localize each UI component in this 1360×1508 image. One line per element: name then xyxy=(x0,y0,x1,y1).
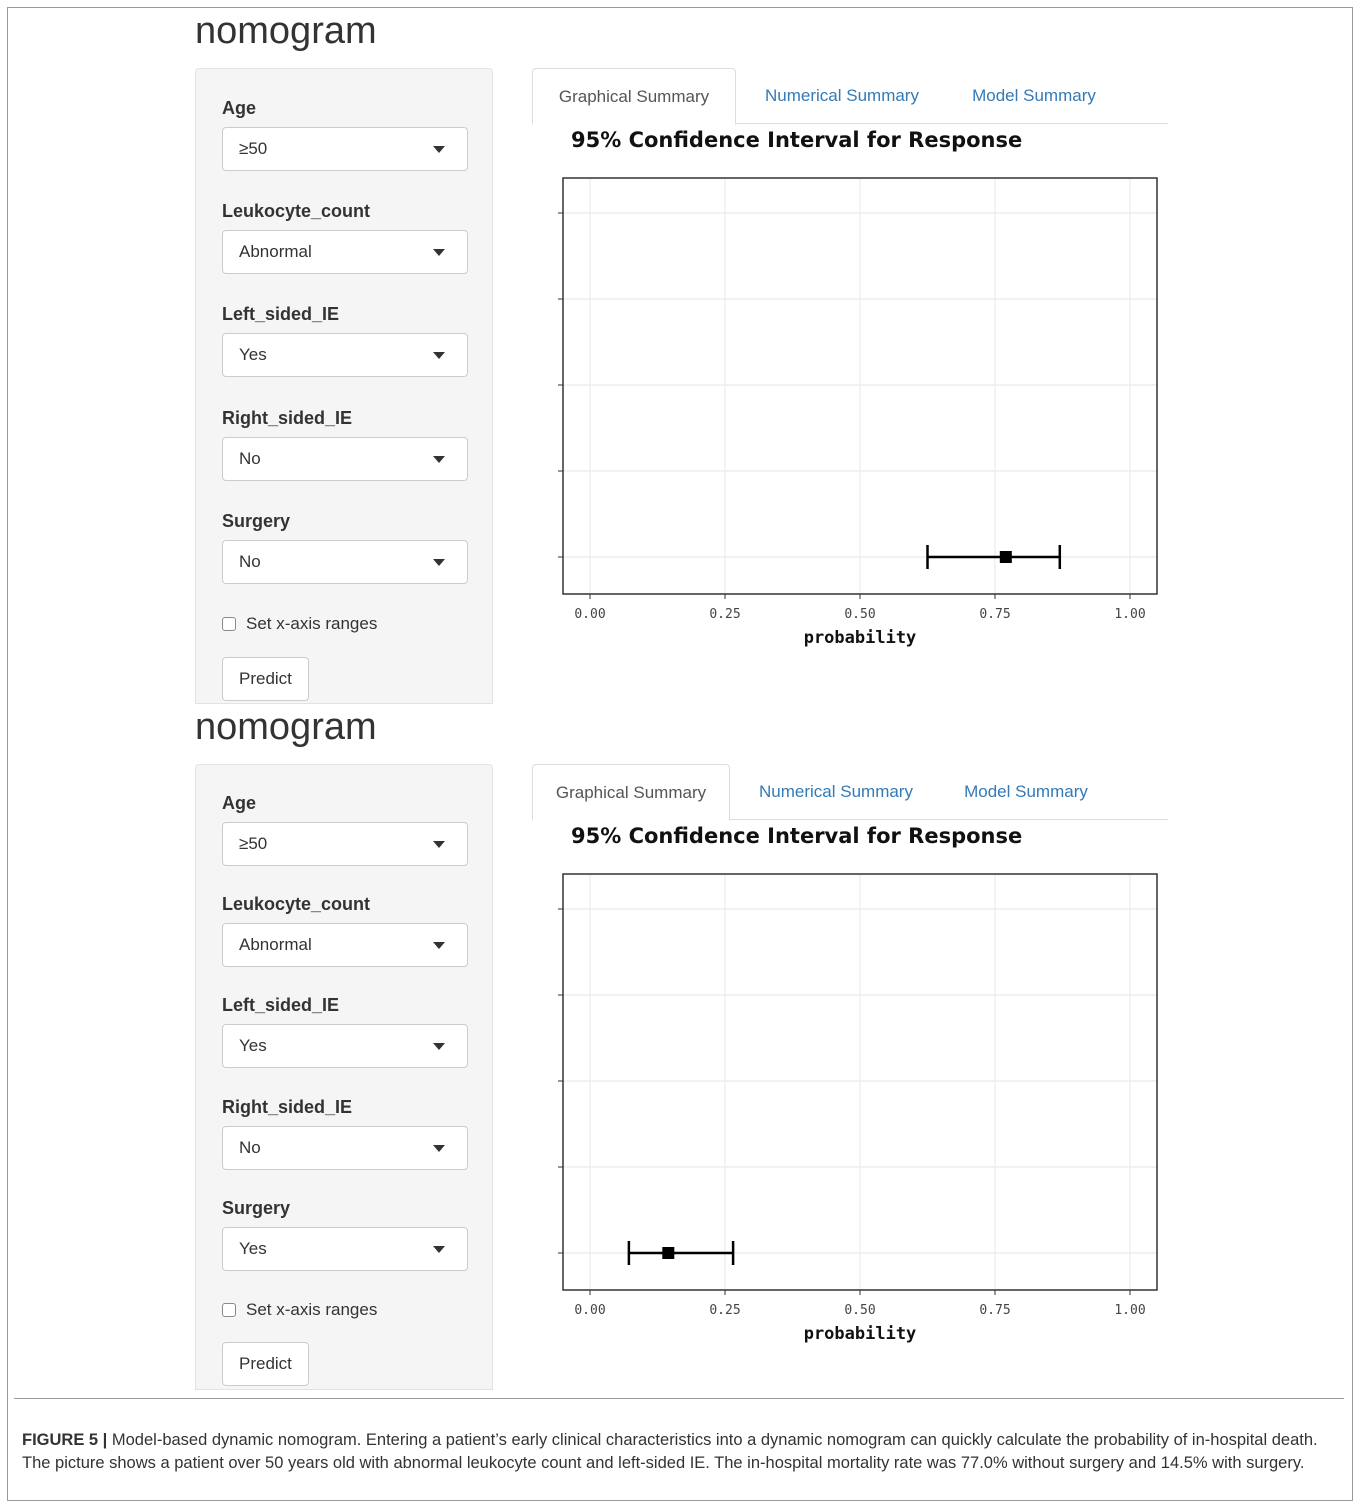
point-estimate xyxy=(662,1247,675,1259)
left-sided-select-value: Yes xyxy=(239,345,267,364)
tab-bar: Graphical Summary Numerical Summary Mode… xyxy=(532,764,1168,821)
left-sided-label: Left_sided_IE xyxy=(222,304,340,324)
ci-chart: 0.00 0.25 0.50 0.75 1.00 probability xyxy=(558,873,1158,1344)
checkbox-box[interactable] xyxy=(222,1303,236,1317)
predict-button[interactable]: Predict xyxy=(222,1342,309,1386)
checkbox-label: Set x-axis ranges xyxy=(246,614,378,633)
age-select[interactable]: ≥50 xyxy=(222,127,468,171)
chevron-down-icon xyxy=(433,1145,445,1152)
x-tick-label: 0.25 xyxy=(709,607,740,622)
x-tick-label: 0.00 xyxy=(574,607,605,622)
x-axis-range-checkbox[interactable]: Set x-axis ranges xyxy=(222,614,377,634)
ci-chart: 0.00 0.25 0.50 0.75 1.00 probability xyxy=(558,177,1158,648)
input-sidebar: Age ≥50 Leukocyte_count Abnormal Left_si… xyxy=(195,764,493,1390)
age-label: Age xyxy=(222,98,257,118)
leukocyte-select-value: Abnormal xyxy=(239,242,312,261)
surgery-select-value: Yes xyxy=(239,1239,267,1258)
x-tick-label: 0.50 xyxy=(844,1303,875,1318)
x-tick-label: 0.50 xyxy=(844,607,875,622)
x-tick-label: 1.00 xyxy=(1114,607,1145,622)
leukocyte-select-value: Abnormal xyxy=(239,935,312,954)
app-title: nomogram xyxy=(195,10,377,52)
age-select-value: ≥50 xyxy=(239,834,268,853)
surgery-select[interactable]: Yes xyxy=(222,1227,468,1271)
x-tick-label: 0.00 xyxy=(574,1303,605,1318)
chevron-down-icon xyxy=(433,1043,445,1050)
x-axis-range-checkbox[interactable]: Set x-axis ranges xyxy=(222,1300,377,1320)
tab-numerical-summary[interactable]: Numerical Summary xyxy=(740,68,944,124)
right-sided-select[interactable]: No xyxy=(222,1126,468,1170)
chevron-down-icon xyxy=(433,942,445,949)
left-sided-label: Left_sided_IE xyxy=(222,995,340,1015)
leukocyte-label: Leukocyte_count xyxy=(222,894,371,914)
leukocyte-select[interactable]: Abnormal xyxy=(222,923,468,967)
surgery-label: Surgery xyxy=(222,511,291,531)
tab-bar: Graphical Summary Numerical Summary Mode… xyxy=(532,68,1168,125)
plot-title: 95% Confidence Interval for Response xyxy=(571,128,1023,152)
tab-model-summary[interactable]: Model Summary xyxy=(946,68,1122,124)
right-sided-label: Right_sided_IE xyxy=(222,1097,353,1117)
age-select-value: ≥50 xyxy=(239,139,268,158)
chevron-down-icon xyxy=(433,1246,445,1253)
leukocyte-select[interactable]: Abnormal xyxy=(222,230,468,274)
chevron-down-icon xyxy=(433,841,445,848)
chevron-down-icon xyxy=(433,456,445,463)
right-sided-label: Right_sided_IE xyxy=(222,408,353,428)
right-sided-select-value: No xyxy=(239,1138,261,1157)
nomogram-app-2: nomogram Age ≥50 Leukocyte_count Abnorma… xyxy=(195,706,1195,1406)
checkbox-box[interactable] xyxy=(222,617,236,631)
chevron-down-icon xyxy=(433,559,445,566)
x-tick-label: 0.75 xyxy=(979,1303,1010,1318)
left-sided-select-value: Yes xyxy=(239,1036,267,1055)
x-tick-label: 1.00 xyxy=(1114,1303,1145,1318)
tab-graphical-summary[interactable]: Graphical Summary xyxy=(532,764,730,821)
input-sidebar: Age ≥50 Leukocyte_count Abnormal Left_si… xyxy=(195,68,493,704)
chevron-down-icon xyxy=(433,249,445,256)
tab-model-summary[interactable]: Model Summary xyxy=(938,764,1114,820)
x-axis-title: probability xyxy=(804,1324,917,1344)
tab-graphical-summary[interactable]: Graphical Summary xyxy=(532,68,736,125)
caption-text: Model-based dynamic nomogram. Entering a… xyxy=(22,1431,1318,1472)
chevron-down-icon xyxy=(433,146,445,153)
plot-title: 95% Confidence Interval for Response xyxy=(571,824,1023,848)
x-axis-title: probability xyxy=(804,628,917,648)
right-sided-select-value: No xyxy=(239,449,261,468)
surgery-select[interactable]: No xyxy=(222,540,468,584)
predict-button[interactable]: Predict xyxy=(222,657,309,701)
figure-caption: FIGURE 5 | Model-based dynamic nomogram.… xyxy=(14,1398,1344,1494)
x-tick-label: 0.25 xyxy=(709,1303,740,1318)
checkbox-label: Set x-axis ranges xyxy=(246,1300,378,1319)
x-tick-label: 0.75 xyxy=(979,607,1010,622)
tab-numerical-summary[interactable]: Numerical Summary xyxy=(736,764,936,820)
caption-label: FIGURE 5 | xyxy=(22,1431,108,1449)
point-estimate xyxy=(999,551,1012,563)
left-sided-select[interactable]: Yes xyxy=(222,333,468,377)
age-select[interactable]: ≥50 xyxy=(222,822,468,866)
leukocyte-label: Leukocyte_count xyxy=(222,201,371,221)
chevron-down-icon xyxy=(433,352,445,359)
age-label: Age xyxy=(222,793,257,813)
nomogram-app-1: nomogram Age ≥50 Leukocyte_count Abnorma… xyxy=(195,10,1195,710)
surgery-select-value: No xyxy=(239,552,261,571)
app-title: nomogram xyxy=(195,706,377,748)
left-sided-select[interactable]: Yes xyxy=(222,1024,468,1068)
right-sided-select[interactable]: No xyxy=(222,437,468,481)
surgery-label: Surgery xyxy=(222,1198,291,1218)
